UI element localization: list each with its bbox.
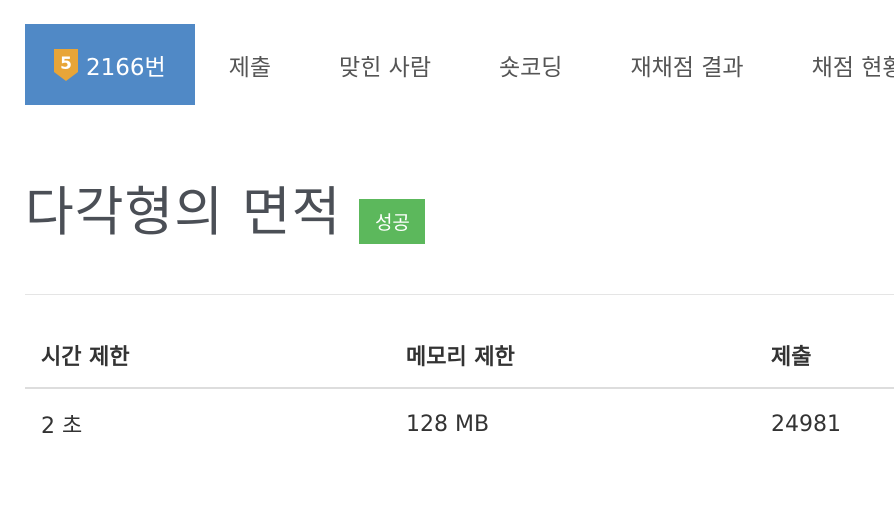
tab-rejudge-results-label: 재채점 결과 (630, 54, 744, 81)
problem-page: 5 2166번 제출 맞힌 사람 숏코딩 재채점 결과 채점 현황 다각형의 면… (0, 0, 894, 508)
cell-memory-limit: 128 MB (406, 411, 490, 437)
problem-tab-bar: 5 2166번 제출 맞힌 사람 숏코딩 재채점 결과 채점 현황 (25, 24, 894, 105)
tab-submit-label: 제출 (228, 54, 272, 81)
header-time-limit: 시간 제한 (25, 336, 390, 389)
tab-accepted-users[interactable]: 맞힌 사람 (305, 24, 465, 105)
problem-info-table: 시간 제한 메모리 제한 제출 2 초 128 MB 24981 (25, 336, 894, 459)
tab-short-coding[interactable]: 숏코딩 (465, 24, 596, 105)
problem-title-row: 다각형의 면적 성공 (25, 182, 426, 244)
tab-judge-status-label: 채점 현황 (811, 54, 894, 81)
info-table-header-row: 시간 제한 메모리 제한 제출 (25, 336, 894, 389)
tier-level: 5 (60, 54, 72, 74)
problem-number: 2166번 (86, 54, 166, 81)
page-title: 다각형의 면적 (25, 182, 342, 243)
header-memory-limit: 메모리 제한 (390, 336, 755, 389)
tab-accepted-users-label: 맞힌 사람 (339, 54, 431, 81)
table-row: 2 초 128 MB 24981 (25, 388, 894, 459)
header-submissions: 제출 (755, 336, 894, 389)
tab-submit[interactable]: 제출 (195, 24, 305, 105)
cell-submissions: 24981 (771, 411, 841, 437)
tab-rejudge-results[interactable]: 재채점 결과 (596, 24, 777, 105)
tab-problem[interactable]: 5 2166번 (25, 24, 195, 105)
tab-short-coding-label: 숏코딩 (498, 54, 563, 81)
tab-judge-status[interactable]: 채점 현황 (778, 24, 894, 105)
cell-time-limit: 2 초 (41, 414, 83, 439)
title-divider (25, 294, 894, 295)
tier-shield-icon: 5 (54, 48, 78, 81)
status-badge: 성공 (359, 199, 426, 244)
